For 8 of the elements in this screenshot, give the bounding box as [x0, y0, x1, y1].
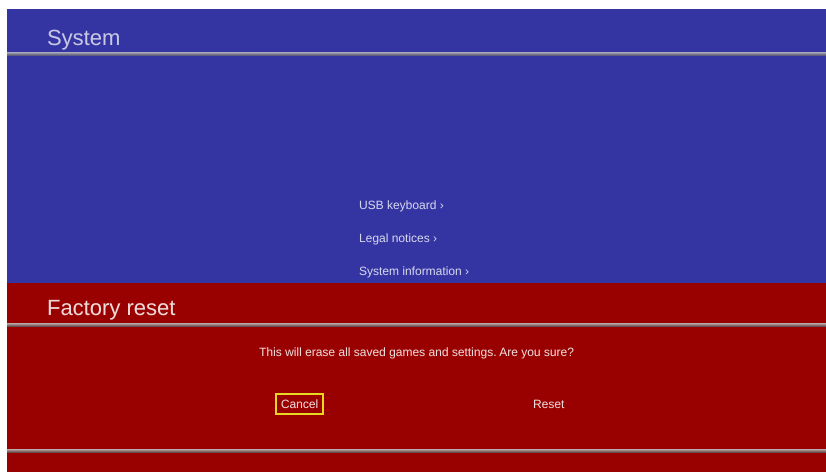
dialog-button[interactable]: Reset	[527, 393, 570, 415]
panel-title: System	[47, 27, 120, 49]
dialog-message: This will erase all saved games and settings. Are you sure?	[259, 344, 574, 361]
dialog-title: Factory reset	[47, 297, 176, 319]
menu-item[interactable]: USB keyboard ›	[359, 196, 444, 215]
menu-item[interactable]: Legal notices ›	[359, 229, 438, 248]
menu-item[interactable]: System information ›	[359, 262, 470, 281]
dialog-button[interactable]: Cancel	[274, 393, 324, 415]
